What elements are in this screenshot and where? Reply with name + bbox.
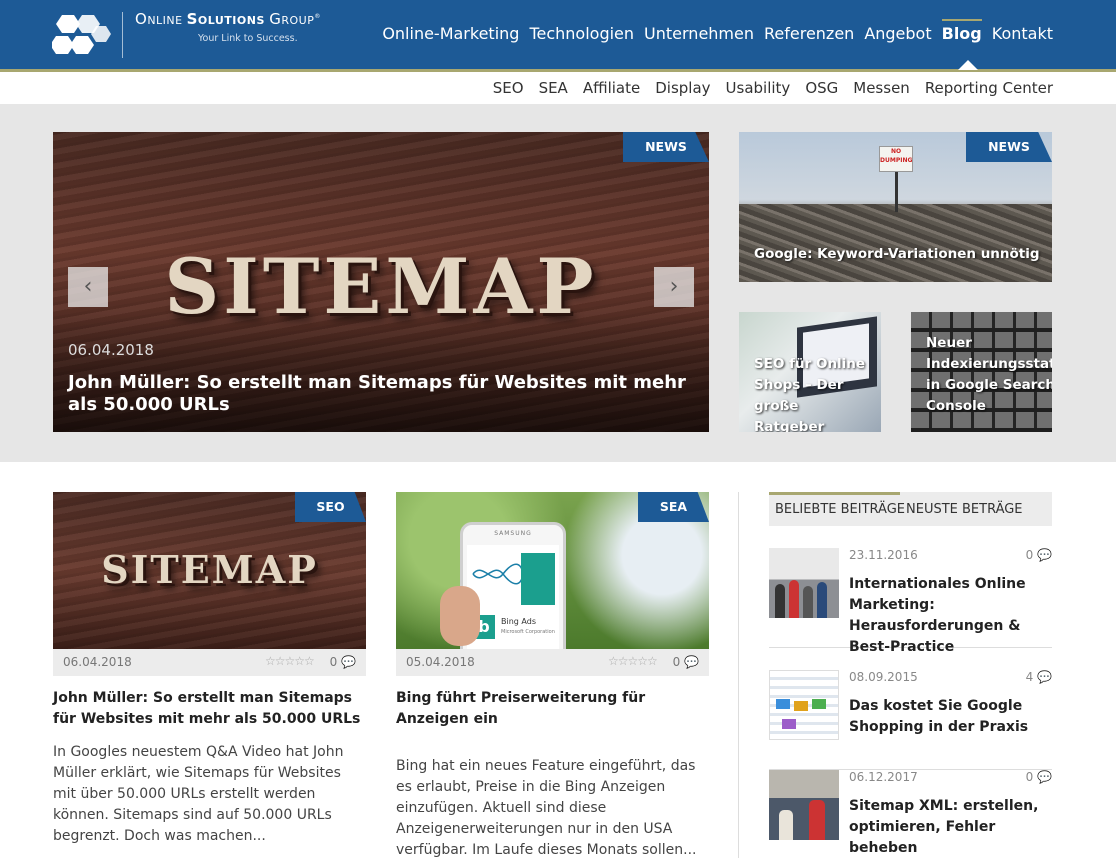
subnav-reporting-center[interactable]: Reporting Center (925, 79, 1053, 97)
tile-title[interactable]: SEO für Online Shops – Der große Ratgebe… (754, 354, 869, 432)
post-thumbnail[interactable] (769, 770, 839, 840)
sign-image: NO DUMPING (879, 146, 913, 172)
subnav-seo[interactable]: SEO (493, 79, 524, 97)
post-title[interactable]: John Müller: So erstellt man Sitemaps fü… (53, 688, 366, 730)
phone-brand: SAMSUNG (494, 530, 532, 537)
rating-stars-icon[interactable]: ☆☆☆☆☆ (608, 654, 658, 668)
slider-date: 06.04.2018 (68, 341, 154, 359)
product-chip (812, 699, 826, 709)
news-badge[interactable]: NEWS (966, 132, 1052, 162)
tab-popular-posts[interactable]: BELIEBTE BEITRÄGE (775, 502, 905, 517)
nav-kontakt[interactable]: Kontakt (992, 24, 1053, 43)
sidebar-post[interactable]: 06.12.2017 0 💬 Sitemap XML: erstellen, o… (769, 770, 1052, 858)
post-card-meta: 05.04.2018 ☆☆☆☆☆ 0 💬 (396, 649, 709, 676)
product-chip (776, 699, 790, 709)
comment-count[interactable]: 0 💬 (673, 655, 699, 669)
subnav-osg[interactable]: OSG (805, 79, 838, 97)
post-date: 06.12.2017 (849, 770, 918, 784)
post-title[interactable]: Das kostet Sie Google Shopping in der Pr… (849, 696, 1052, 738)
nav-blog[interactable]: Blog (941, 19, 982, 43)
subnav-sea[interactable]: SEA (539, 79, 568, 97)
card-image-text: SITEMAP (101, 547, 318, 592)
nav-online-marketing[interactable]: Online-Marketing (382, 24, 519, 43)
nav-unternehmen[interactable]: Unternehmen (644, 24, 754, 43)
brand-name[interactable]: ONLINE SOLUTIONS GROUP® (135, 10, 321, 28)
category-badge[interactable]: SEA (638, 492, 709, 522)
featured-tile-keyword[interactable]: NO DUMPING NEWS Google: Keyword-Variatio… (739, 132, 1052, 282)
person-figure (803, 586, 813, 618)
phone-screen: b Bing Ads Microsoft Corporation (467, 545, 559, 649)
comment-count[interactable]: 0 💬 (1026, 770, 1052, 784)
slider-next-icon[interactable]: › (654, 267, 694, 307)
post-title[interactable]: Internationales Online Marketing: Heraus… (849, 574, 1052, 658)
sidebar-tabs: BELIEBTE BEITRÄGE NEUSTE BETRÄGE (769, 492, 1052, 526)
category-badge[interactable]: SEO (295, 492, 366, 522)
subnav-messen[interactable]: Messen (853, 79, 910, 97)
featured-tile-shops[interactable]: SEO für Online Shops – Der große Ratgebe… (739, 312, 881, 432)
main-nav: Online-Marketing Technologien Unternehme… (372, 19, 1053, 43)
app-publisher: Microsoft Corporation (501, 629, 555, 635)
tile-title[interactable]: Google: Keyword-Variationen unnötig (754, 246, 1040, 262)
product-chip (794, 701, 808, 711)
sign-pole (895, 172, 898, 212)
post-card-image[interactable]: SITEMAP SEO (53, 492, 366, 649)
logo-divider (122, 12, 123, 58)
post-card[interactable]: SAMSUNG b Bing Ads Microsoft Corporation… (396, 492, 709, 858)
post-title[interactable]: Bing führt Preiserweiterung für Anzeigen… (396, 688, 709, 730)
news-badge[interactable]: NEWS (623, 132, 709, 162)
hand-image (440, 586, 480, 646)
column-divider (738, 492, 739, 858)
bing-app-tile (521, 553, 555, 605)
post-excerpt: Bing hat ein neues Feature eingeführt, d… (396, 758, 697, 858)
post-date: 05.04.2018 (406, 655, 475, 669)
post-title[interactable]: Sitemap XML: erstellen, optimieren, Fehl… (849, 796, 1052, 858)
active-tab-indicator (769, 492, 900, 495)
post-card[interactable]: SITEMAP SEO 06.04.2018 ☆☆☆☆☆ 0 💬 John Mü… (53, 492, 366, 847)
slider-prev-icon[interactable]: ‹ (68, 267, 108, 307)
featured-slider[interactable]: SITEMAP NEWS ‹ › 06.04.2018 John Müller:… (53, 132, 709, 432)
rating-stars-icon[interactable]: ☆☆☆☆☆ (265, 654, 315, 668)
sidebar-post[interactable]: 23.11.2016 0 💬 Internationales Online Ma… (769, 548, 1052, 655)
comment-count[interactable]: 0 💬 (330, 655, 356, 669)
rubble-image (739, 204, 1052, 282)
comment-count[interactable]: 0 💬 (1026, 548, 1052, 562)
app-label: Bing Ads (501, 617, 536, 626)
dna-graphic-icon (472, 563, 524, 585)
post-card-meta: 06.04.2018 ☆☆☆☆☆ 0 💬 (53, 649, 366, 676)
brand-tagline: Your Link to Success. (198, 33, 298, 44)
slider-title[interactable]: John Müller: So erstellt man Sitemaps fü… (68, 372, 688, 416)
product-chip (782, 719, 796, 729)
header-accent-line (0, 69, 1116, 72)
nav-technologien[interactable]: Technologien (529, 24, 634, 43)
site-header: ONLINE SOLUTIONS GROUP® Your Link to Suc… (0, 0, 1116, 69)
nav-referenzen[interactable]: Referenzen (764, 24, 854, 43)
active-nav-caret-icon (958, 60, 978, 70)
person-figure (809, 800, 825, 840)
subnav-affiliate[interactable]: Affiliate (583, 79, 640, 97)
person-figure (779, 810, 793, 840)
tab-newest-posts[interactable]: NEUSTE BETRÄGE (906, 502, 1023, 517)
post-card-image[interactable]: SAMSUNG b Bing Ads Microsoft Corporation… (396, 492, 709, 649)
comment-count[interactable]: 4 💬 (1026, 670, 1052, 684)
post-thumbnail[interactable] (769, 548, 839, 618)
subnav-display[interactable]: Display (655, 79, 710, 97)
featured-tile-indexing[interactable]: Neuer Indexierungsstatus in Google Searc… (911, 312, 1052, 432)
nav-angebot[interactable]: Angebot (864, 24, 931, 43)
sub-nav: SEO SEA Affiliate Display Usability OSG … (478, 79, 1053, 97)
sidebar-post[interactable]: 08.09.2015 4 💬 Das kostet Sie Google Sho… (769, 670, 1052, 770)
person-figure (775, 584, 785, 618)
subnav-usability[interactable]: Usability (726, 79, 791, 97)
person-figure (817, 582, 827, 618)
post-date: 08.09.2015 (849, 670, 918, 684)
post-excerpt: In Googles neuestem Q&A Video hat John M… (53, 744, 344, 844)
post-date: 06.04.2018 (63, 655, 132, 669)
logo-icon[interactable] (52, 13, 114, 57)
tile-title[interactable]: Neuer Indexierungsstatus in Google Searc… (926, 333, 1052, 417)
post-thumbnail[interactable] (769, 670, 839, 740)
person-figure (789, 580, 799, 618)
post-date: 23.11.2016 (849, 548, 918, 562)
